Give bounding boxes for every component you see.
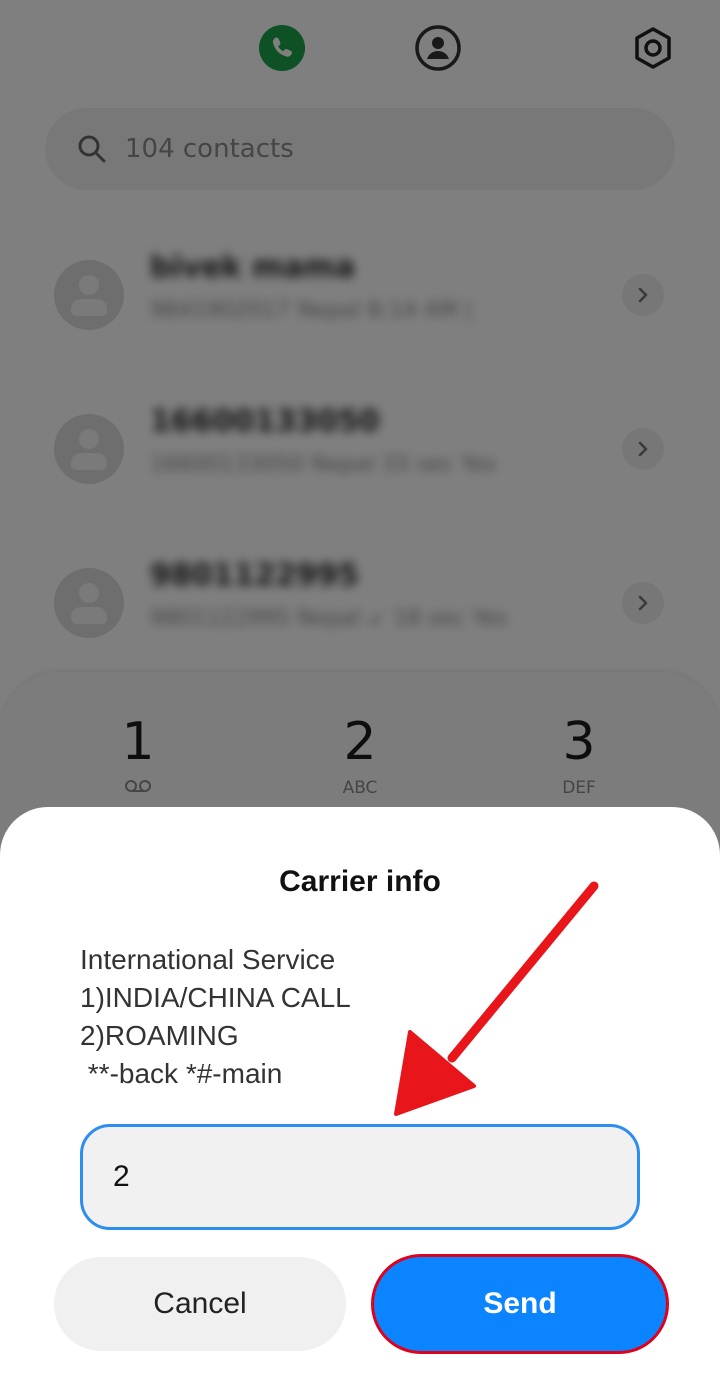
screen: 104 contacts bivek mama 9841902017 Nepal… <box>0 0 720 1400</box>
cancel-button[interactable]: Cancel <box>54 1257 346 1351</box>
carrier-info-dialog: Carrier info International Service 1)IND… <box>0 807 720 1400</box>
send-button[interactable]: Send <box>374 1257 666 1351</box>
ussd-response-input[interactable] <box>80 1124 640 1230</box>
dialog-message: International Service 1)INDIA/CHINA CALL… <box>80 944 351 1089</box>
dialog-title: Carrier info <box>279 865 441 898</box>
